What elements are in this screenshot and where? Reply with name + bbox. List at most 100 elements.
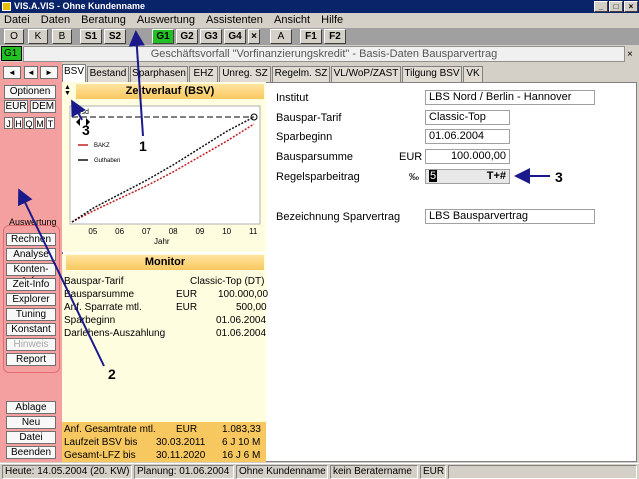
tab-vk[interactable]: VK <box>463 66 483 82</box>
bausparsumme-field[interactable]: 100.000,00 <box>425 149 510 164</box>
zeit-info-button[interactable]: Zeit-Info <box>6 278 56 291</box>
app-icon <box>2 2 11 11</box>
menu-beratung[interactable]: Beratung <box>77 13 130 28</box>
maximize-button[interactable]: □ <box>609 1 623 12</box>
monitor-row-value: 01.06.2004 <box>216 315 267 326</box>
toolbar-g4-button[interactable]: G4 <box>224 29 246 44</box>
ablage-button[interactable]: Ablage <box>6 401 56 414</box>
toolbar-f2-button[interactable]: F2 <box>324 29 346 44</box>
tab-tilgung-bsv[interactable]: Tilgung BSV <box>402 66 462 82</box>
datei-button[interactable]: Datei <box>6 431 56 444</box>
toolbar-g3-button[interactable]: G3 <box>200 29 222 44</box>
monitor-row-value: 500,00 <box>236 302 267 313</box>
monitor-row-label: Darlehens-Auszahlung <box>64 328 166 339</box>
nav-prev-icon[interactable]: ◄ <box>3 66 21 79</box>
toolbar-s1-button[interactable]: S1 <box>80 29 102 44</box>
beenden-button[interactable]: Beenden <box>6 446 56 459</box>
summary-mid: EUR <box>176 424 198 435</box>
x-tick-label: 07 <box>142 227 151 236</box>
monitor-row-label: Sparbeginn <box>64 315 116 326</box>
toolbar-b-button[interactable]: B <box>52 29 72 44</box>
bausparsumme-unit: EUR <box>399 151 423 163</box>
regelsparbeitrag-suffix: T+# <box>486 170 506 182</box>
tab-sparphasen[interactable]: Sparphasen <box>130 66 188 82</box>
toolbar-close-button[interactable]: × <box>248 29 260 44</box>
callout-number: 2 <box>108 366 116 382</box>
toolbar-g1-button[interactable]: G1 <box>152 29 174 44</box>
bauspar-tarif-field[interactable]: Classic-Top <box>425 110 510 125</box>
nav-left-icon[interactable]: ◄ <box>24 66 38 79</box>
neu-button[interactable]: Neu <box>6 416 56 429</box>
summary-value: 6 J 10 M <box>222 437 261 448</box>
period-j-button[interactable]: J <box>4 117 13 129</box>
menu-datei[interactable]: Datei <box>0 13 34 28</box>
bezeichnung-field[interactable]: LBS Bausparvertrag <box>425 209 595 224</box>
regelsparbeitrag-field[interactable]: 5 T+# <box>425 169 510 184</box>
monitor-row-value: Classic-Top (DT) <box>190 276 265 287</box>
summary-label: Anf. Gesamtrate mtl. <box>64 424 156 435</box>
close-window-button[interactable]: × <box>624 1 638 12</box>
period-t-button[interactable]: T <box>46 117 55 129</box>
panel-toggle-icon[interactable]: ▲ ▼ <box>63 84 72 98</box>
tab-bestand[interactable]: Bestand <box>87 66 129 82</box>
regelsparbeitrag-value: 5 <box>429 170 438 182</box>
tab-ehz[interactable]: EHZ <box>189 66 218 82</box>
minimize-button[interactable]: _ <box>594 1 608 12</box>
page-title: Geschäftsvorfall "Vorfinanzierungskredit… <box>23 46 625 62</box>
toolbar-a-button[interactable]: A <box>270 29 292 44</box>
period-h-button[interactable]: H <box>14 117 23 129</box>
options-button[interactable]: Optionen <box>4 85 56 99</box>
rechnen-button[interactable]: Rechnen <box>6 233 56 246</box>
summary-label: Gesamt-LFZ bis <box>64 450 136 461</box>
currency-dem-button[interactable]: DEM <box>30 100 56 113</box>
status-today: Heute: 14.05.2004 (20. KW) <box>2 465 132 479</box>
menu-auswertung[interactable]: Auswertung <box>133 13 199 28</box>
menu-hilfe[interactable]: Hilfe <box>317 13 347 28</box>
window-title: VIS.A.VIS - Ohne Kundenname <box>14 1 146 11</box>
monitor-row-label: Bausparsumme <box>64 289 135 300</box>
sidebar: ◄ ◄ ► Optionen EUR DEM J H Q M T Auswert… <box>0 62 62 462</box>
konstant-button[interactable]: Konstant <box>6 323 56 336</box>
close-panel-icon[interactable]: × <box>627 49 633 60</box>
tab-regelm-sz[interactable]: Regelm. SZ <box>272 66 330 82</box>
monitor-row-value: 100.000,00 <box>218 289 269 300</box>
toolbar-k-button[interactable]: K <box>28 29 48 44</box>
monitor-title: Monitor <box>66 255 264 270</box>
currency-eur-button[interactable]: EUR <box>4 100 28 113</box>
toolbar-f1-button[interactable]: F1 <box>300 29 322 44</box>
analyse-button[interactable]: Analyse <box>6 248 56 261</box>
toolbar-g2-button[interactable]: G2 <box>176 29 198 44</box>
hinweis-button[interactable]: Hinweis <box>6 338 56 351</box>
explorer-button[interactable]: Explorer <box>6 293 56 306</box>
status-empty <box>448 465 637 479</box>
konten-info-button[interactable]: Konten-Info <box>6 263 56 287</box>
menu-assistenten[interactable]: Assistenten <box>202 13 267 28</box>
sparbeginn-field[interactable]: 01.06.2004 <box>425 129 510 144</box>
menu-daten[interactable]: Daten <box>37 13 74 28</box>
nav-next-icon[interactable]: ► <box>40 66 58 79</box>
tab-vl-wop-zast[interactable]: VL/WoP/ZAST <box>331 66 401 82</box>
summary-mid: 30.11.2020 <box>156 450 206 461</box>
monitor-row-unit: EUR <box>176 302 198 313</box>
status-bar: Heute: 14.05.2004 (20. KW) Planung: 01.0… <box>0 463 639 479</box>
toolbar-s2-button[interactable]: S2 <box>104 29 126 44</box>
bauspar-tarif-label: Bauspar-Tarif <box>276 112 342 124</box>
menu-ansicht[interactable]: Ansicht <box>270 13 314 28</box>
institut-label: Institut <box>276 92 309 104</box>
tab-unreg-sz[interactable]: Unreg. SZ <box>219 66 271 82</box>
monitor-row-value: 01.06.2004 <box>216 328 267 339</box>
report-button[interactable]: Report <box>6 353 56 366</box>
status-planning: Planung: 01.06.2004 <box>134 465 234 479</box>
toolbar-o-button[interactable]: O <box>4 29 24 44</box>
monitor-summary: Anf. Gesamtrate mtl. EUR 1.083,33 Laufze… <box>62 422 266 462</box>
period-m-button[interactable]: M <box>35 117 45 129</box>
period-q-button[interactable]: Q <box>24 117 34 129</box>
tab-bsv[interactable]: BSV <box>62 64 86 82</box>
bezeichnung-label: Bezeichnung Sparvertrag <box>276 211 401 223</box>
context-badge: G1 <box>1 46 22 61</box>
monitor-row-label: Anf. Sparrate mtl. <box>64 302 142 313</box>
tuning-button[interactable]: Tuning <box>6 308 56 321</box>
regelsparbeitrag-label: Regelsparbeitrag <box>276 171 360 183</box>
institut-field[interactable]: LBS Nord / Berlin - Hannover <box>425 90 595 105</box>
callout-number: 3 <box>555 169 563 185</box>
